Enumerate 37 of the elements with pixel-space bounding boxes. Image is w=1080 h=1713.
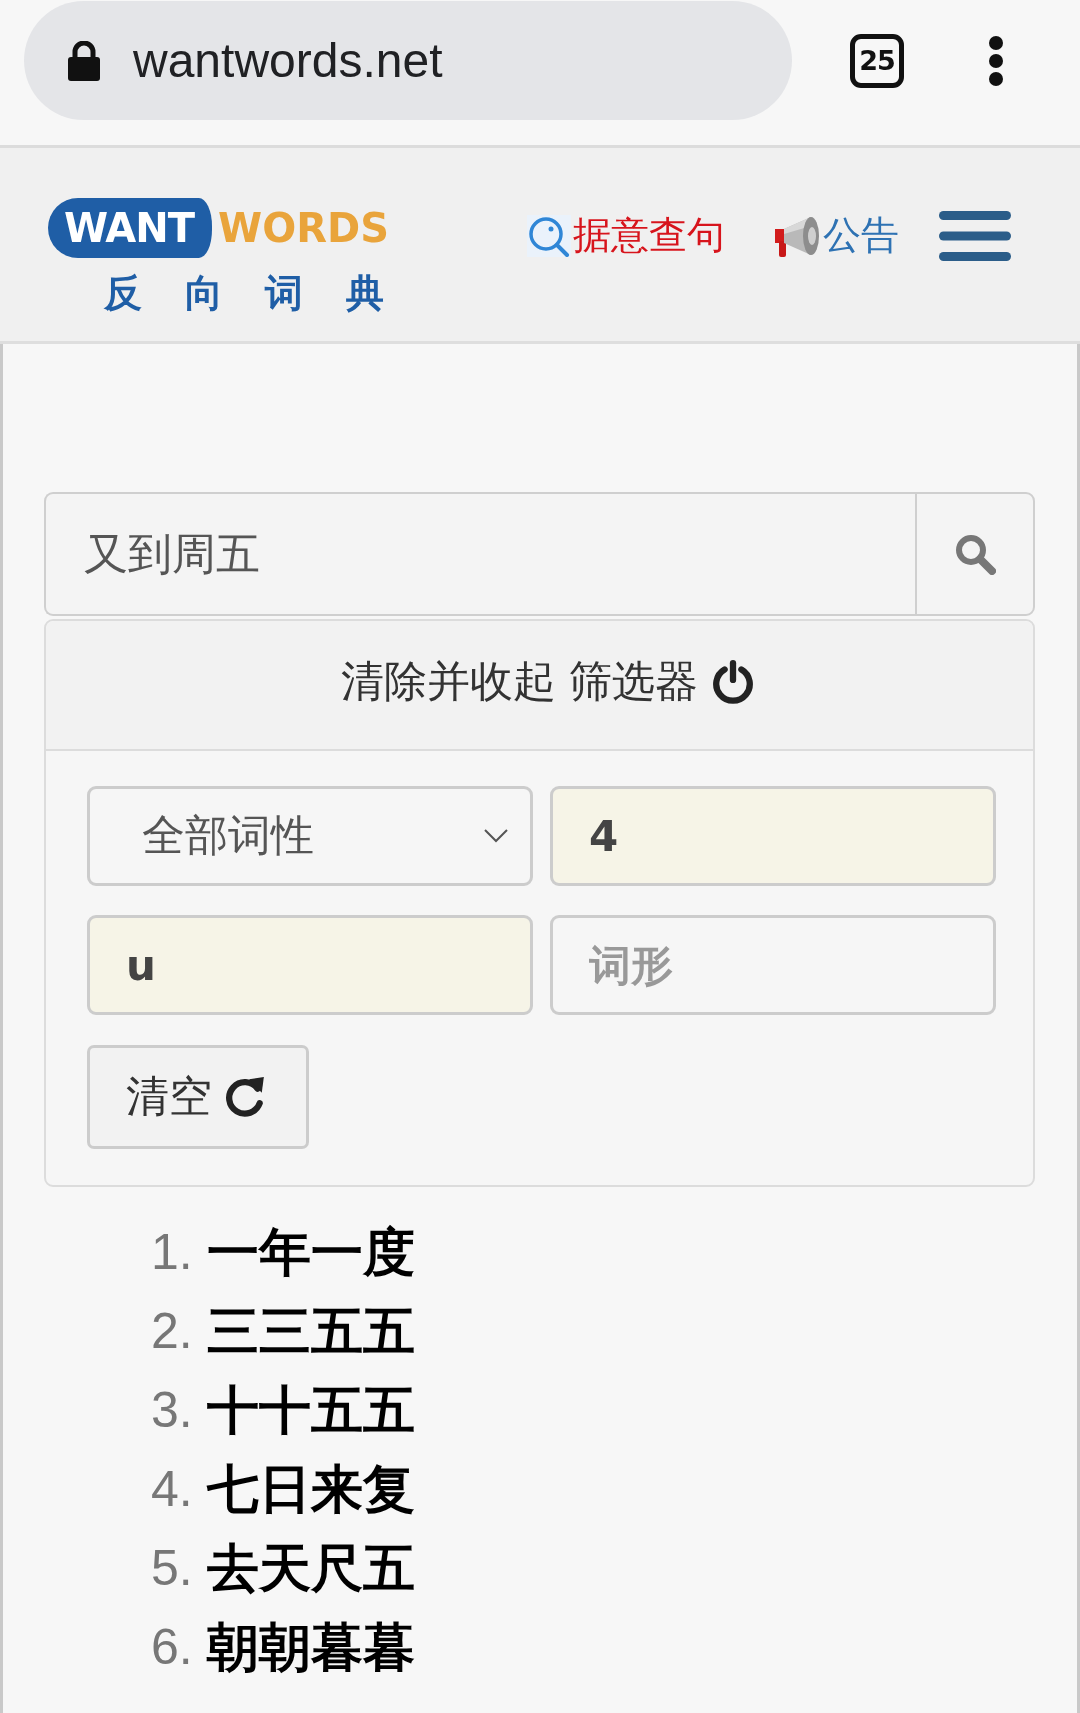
result-word[interactable]: 去天尺五 [206, 1529, 415, 1608]
filter-input-field[interactable]: u [87, 915, 533, 1015]
chevron-down-icon [484, 829, 508, 843]
clear-button[interactable]: 清空 [87, 1045, 309, 1149]
result-number: 6. [151, 1618, 193, 1677]
refresh-icon [224, 1075, 266, 1119]
result-number: 1. [151, 1223, 193, 1282]
part-of-speech-select[interactable]: 全部词性 [87, 786, 533, 886]
result-word[interactable]: 十十五五 [206, 1371, 415, 1450]
search-icon [954, 533, 996, 575]
result-word[interactable]: 七日来复 [206, 1450, 415, 1529]
result-number: 3. [151, 1381, 193, 1440]
url-text: wantwords.net [133, 33, 443, 88]
result-word[interactable]: 三三五五 [206, 1292, 415, 1371]
filter-toggle-button[interactable]: 清除并收起 筛选器 [46, 621, 1033, 751]
result-number: 5. [151, 1539, 193, 1598]
search-input-field[interactable]: 又到周五 [44, 492, 915, 616]
lock-icon [68, 40, 100, 81]
tab-count-button[interactable]: 25 [850, 33, 904, 88]
more-menu-icon[interactable] [988, 35, 1004, 86]
result-word[interactable]: 朝朝暮暮 [206, 1608, 415, 1687]
filter-input-field[interactable]: 词形 [550, 915, 996, 1015]
search-button[interactable] [915, 492, 1035, 616]
result-word[interactable]: 一年一度 [206, 1213, 415, 1292]
magnifier-icon [527, 214, 571, 257]
logo-subtitle: 反 向 词 典 [103, 271, 400, 316]
filter-input-field[interactable]: 4 [550, 786, 996, 886]
sentence-search-link[interactable]: 据意查句 [527, 210, 725, 261]
select-value: 全部词性 [142, 810, 314, 861]
result-number: 2. [151, 1302, 193, 1361]
logo-word: WORDS [218, 205, 389, 251]
power-icon [712, 660, 755, 704]
logo-word: WANT [48, 198, 213, 258]
menu-icon[interactable] [939, 210, 1011, 261]
result-number: 4. [151, 1460, 193, 1519]
announcement-link[interactable]: 公告 [773, 210, 899, 261]
address-bar[interactable]: wantwords.net [24, 1, 792, 120]
